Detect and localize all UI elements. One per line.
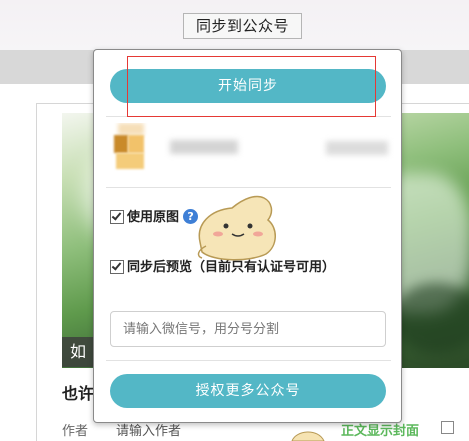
show-cover-checkbox[interactable]	[441, 421, 454, 434]
divider	[106, 116, 391, 117]
divider	[106, 187, 391, 188]
mascot-icon	[291, 431, 325, 441]
use-original-label: 使用原图	[127, 210, 180, 225]
preview-after-sync-checkbox[interactable]	[110, 260, 124, 274]
author-label: 作者	[62, 424, 89, 439]
sync-to-official-account-link[interactable]: 同步到公众号	[183, 13, 302, 39]
use-original-checkbox[interactable]	[110, 210, 124, 224]
account-row[interactable]	[110, 123, 392, 173]
checkbox-checked-icon	[111, 210, 122, 221]
divider	[106, 360, 391, 361]
cover-caption: 如	[62, 337, 96, 367]
use-original-option[interactable]: 使用原图 ?	[110, 209, 199, 226]
wechat-id-input[interactable]	[110, 311, 386, 347]
mascot-icon	[197, 195, 276, 261]
account-status-blurred	[326, 141, 388, 155]
article-title[interactable]: 也许	[62, 380, 94, 404]
cover-shadow	[392, 283, 469, 353]
start-sync-button[interactable]: 开始同步	[110, 69, 386, 103]
authorize-more-accounts-button[interactable]: 授权更多公众号	[110, 374, 386, 408]
checkbox-checked-icon	[111, 260, 122, 271]
account-avatar	[110, 123, 154, 173]
top-bar: 同步到公众号	[0, 0, 469, 50]
account-name-blurred	[170, 140, 238, 154]
